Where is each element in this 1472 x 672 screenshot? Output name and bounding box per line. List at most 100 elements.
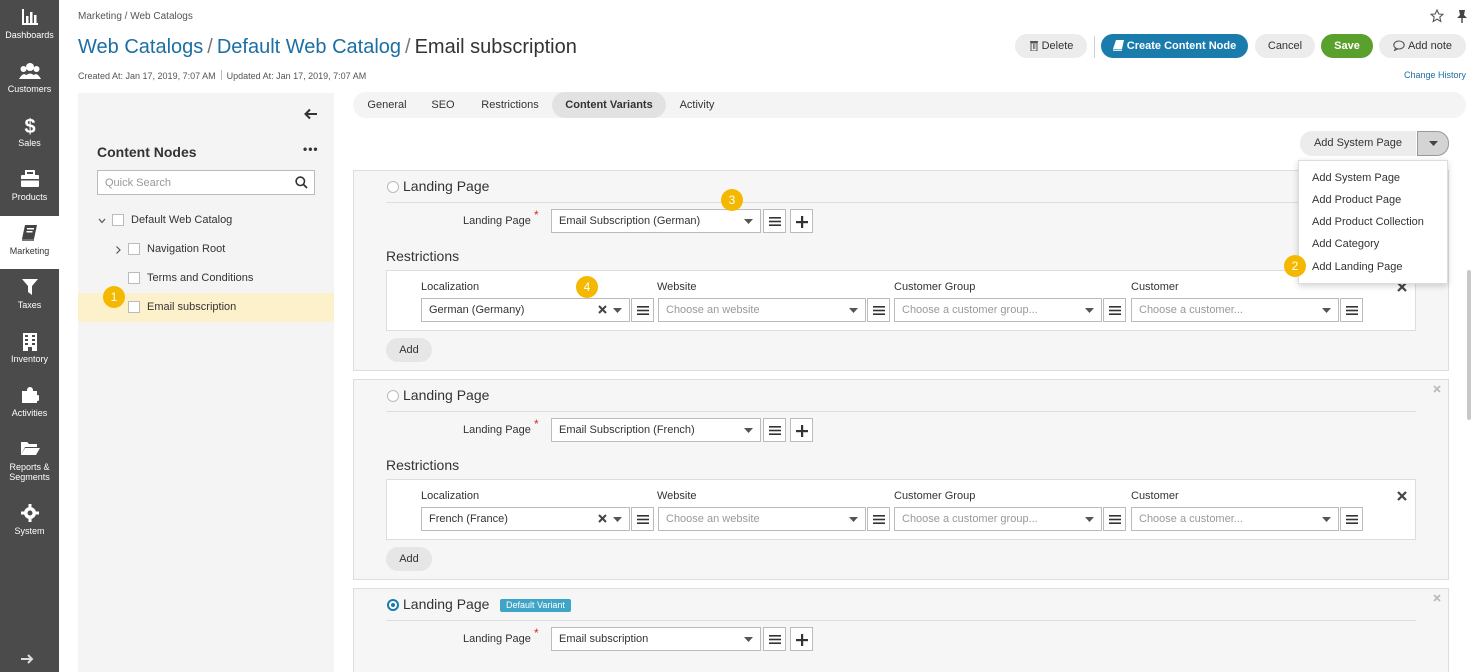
tree-node-navigation-root[interactable]: Navigation Root [78, 235, 334, 264]
trash-icon [1029, 41, 1038, 52]
save-button[interactable]: Save [1321, 34, 1373, 58]
chevron-down-icon[interactable] [98, 215, 106, 225]
tabs-bar: General SEO Restrictions Content Variant… [353, 92, 1466, 118]
collapse-sidebar-arrow-icon[interactable] [304, 108, 318, 120]
tab-activity[interactable]: Activity [668, 92, 726, 118]
chevron-right-icon[interactable] [114, 244, 122, 254]
nav-item-system[interactable]: System [0, 496, 59, 549]
nav-item-products[interactable]: Products [0, 162, 59, 215]
tab-restrictions[interactable]: Restrictions [469, 92, 551, 118]
nav-label: Products [11, 192, 48, 202]
restrictions-box: Localization Website Customer Group Cust… [386, 270, 1416, 331]
customer-group-select[interactable]: Choose a customer group... [894, 298, 1102, 322]
website-select[interactable]: Choose an website [658, 298, 866, 322]
nav-item-sales[interactable]: $ Sales [0, 108, 59, 161]
menu-item-add-category[interactable]: Add Category [1312, 238, 1379, 250]
page-scrollbar-thumb[interactable] [1467, 270, 1471, 420]
nav-item-reports[interactable]: Reports & Segments [0, 432, 59, 485]
cancel-button[interactable]: Cancel [1255, 34, 1315, 58]
nav-label: Dashboards [5, 30, 54, 40]
tree-node-checkbox[interactable] [128, 272, 140, 284]
title-link-default-web-catalog[interactable]: Default Web Catalog [217, 36, 401, 58]
title-separator: / [405, 36, 411, 58]
customer-list-button[interactable] [1340, 507, 1363, 531]
expand-menu-arrow-icon[interactable] [19, 652, 39, 668]
nav-item-dashboards[interactable]: Dashboards [0, 0, 59, 53]
tab-content-variants[interactable]: Content Variants [552, 92, 666, 118]
required-asterisk: * [534, 208, 539, 222]
tree-node-checkbox[interactable] [128, 301, 140, 313]
remove-variant-icon[interactable] [1432, 384, 1442, 394]
nav-label: Customers [7, 84, 52, 94]
nav-label-line2: Segments [9, 472, 50, 482]
change-history-link[interactable]: Change History [1404, 70, 1466, 80]
localization-value: French (France) [429, 513, 508, 525]
delete-button[interactable]: Delete [1015, 34, 1087, 58]
website-list-button[interactable] [867, 507, 890, 531]
landing-page-list-button[interactable] [763, 209, 786, 233]
customer-group-list-button[interactable] [1103, 298, 1126, 322]
localization-list-button[interactable] [631, 507, 654, 531]
tree-node-checkbox[interactable] [128, 243, 140, 255]
add-page-dropdown-toggle[interactable] [1417, 131, 1449, 156]
customer-group-label: Customer Group [894, 490, 976, 502]
variant-title: Landing Page [403, 387, 490, 403]
landing-page-add-button[interactable] [790, 209, 813, 233]
bar-chart-icon [0, 8, 59, 28]
menu-item-add-system-page[interactable]: Add System Page [1312, 172, 1400, 184]
customer-select[interactable]: Choose a customer... [1131, 298, 1339, 322]
tree-node-checkbox[interactable] [112, 214, 124, 226]
create-content-node-button[interactable]: Create Content Node [1101, 34, 1248, 58]
clear-icon[interactable] [598, 514, 607, 523]
caret-down-icon [849, 517, 858, 522]
default-variant-radio[interactable] [387, 390, 399, 402]
localization-list-button[interactable] [631, 298, 654, 322]
website-list-button[interactable] [867, 298, 890, 322]
caret-down-icon [1322, 308, 1331, 313]
add-restriction-button[interactable]: Add [386, 547, 432, 571]
star-icon[interactable] [1429, 8, 1445, 23]
customer-select[interactable]: Choose a customer... [1131, 507, 1339, 531]
menu-item-add-landing-page[interactable]: Add Landing Page [1312, 261, 1403, 273]
landing-page-select[interactable]: Email Subscription (German) [551, 209, 761, 233]
landing-page-list-button[interactable] [763, 418, 786, 442]
record-meta: Created At: Jan 17, 2019, 7:07 AM Updated… [78, 70, 366, 81]
nav-item-inventory[interactable]: Inventory [0, 324, 59, 377]
remove-restriction-icon[interactable] [1397, 491, 1407, 501]
search-icon[interactable] [295, 176, 308, 189]
landing-page-select[interactable]: Email Subscription (French) [551, 418, 761, 442]
menu-item-add-product-page[interactable]: Add Product Page [1312, 194, 1401, 206]
customer-list-button[interactable] [1340, 298, 1363, 322]
clear-icon[interactable] [598, 305, 607, 314]
customer-placeholder: Choose a customer... [1139, 513, 1243, 525]
add-system-page-button[interactable]: Add System Page [1300, 131, 1416, 156]
breadcrumb[interactable]: Marketing / Web Catalogs [78, 11, 193, 22]
menu-item-add-product-collection[interactable]: Add Product Collection [1312, 216, 1424, 228]
default-variant-radio[interactable] [387, 181, 399, 193]
landing-page-add-button[interactable] [790, 418, 813, 442]
default-variant-radio[interactable] [387, 599, 399, 611]
title-link-web-catalogs[interactable]: Web Catalogs [78, 36, 203, 58]
customer-group-list-button[interactable] [1103, 507, 1126, 531]
pin-icon[interactable] [1456, 9, 1468, 23]
nav-item-activities[interactable]: Activities [0, 378, 59, 431]
add-note-button[interactable]: Add note [1379, 34, 1466, 58]
delete-label: Delete [1041, 40, 1074, 52]
tab-general[interactable]: General [357, 92, 417, 118]
localization-select[interactable]: French (France) [421, 507, 630, 531]
remove-variant-icon[interactable] [1432, 593, 1442, 603]
add-restriction-button[interactable]: Add [386, 338, 432, 362]
quick-search-input[interactable] [98, 171, 278, 194]
localization-select[interactable]: German (Germany) [421, 298, 630, 322]
nav-item-taxes[interactable]: Taxes [0, 270, 59, 323]
tab-seo[interactable]: SEO [419, 92, 467, 118]
landing-page-select[interactable]: Email subscription [551, 627, 761, 651]
customer-group-select[interactable]: Choose a customer group... [894, 507, 1102, 531]
nav-item-marketing[interactable]: Marketing [0, 216, 59, 269]
landing-page-list-button[interactable] [763, 627, 786, 651]
tree-more-menu-icon[interactable]: ••• [303, 142, 319, 156]
nav-item-customers[interactable]: Customers [0, 54, 59, 107]
tree-node-default-web-catalog[interactable]: Default Web Catalog [78, 206, 334, 235]
website-select[interactable]: Choose an website [658, 507, 866, 531]
landing-page-add-button[interactable] [790, 627, 813, 651]
